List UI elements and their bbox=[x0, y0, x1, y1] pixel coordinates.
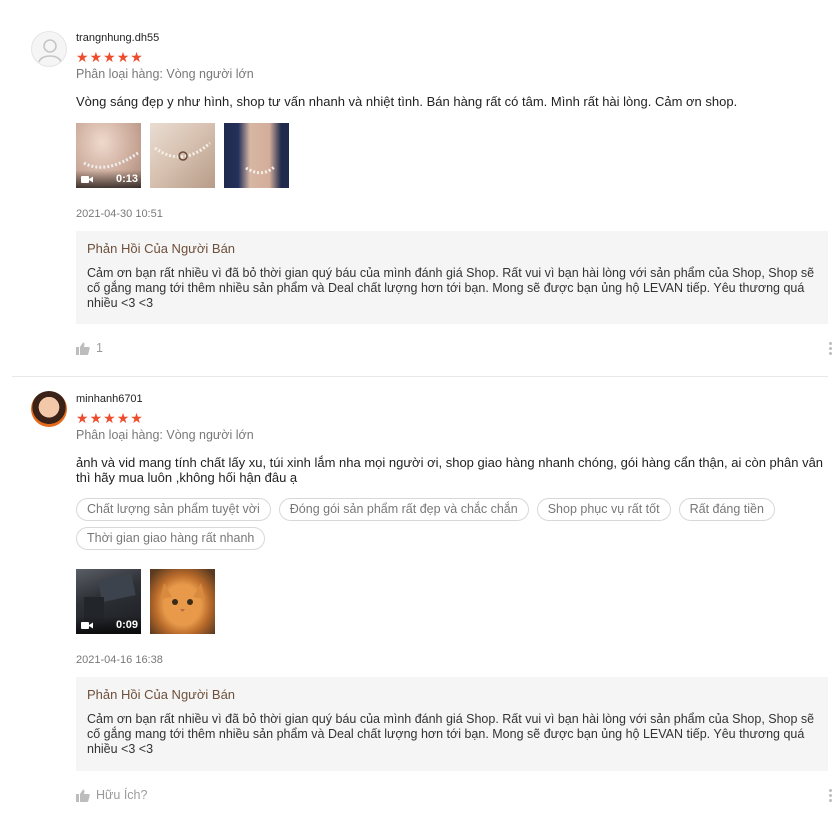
rating-stars: ★★★★★ bbox=[76, 411, 144, 425]
seller-reply-text: Cảm ơn bạn rất nhiều vì đã bỏ thời gian … bbox=[87, 266, 815, 310]
helpful-button[interactable]: Hữu Ích? bbox=[76, 788, 147, 802]
bracelet-image bbox=[154, 141, 211, 161]
product-variation: Phân loại hàng: Vòng người lớn bbox=[76, 67, 254, 81]
video-duration: 0:13 bbox=[115, 173, 138, 185]
more-options-icon[interactable] bbox=[829, 341, 832, 355]
thumbs-up-icon bbox=[76, 342, 90, 355]
video-camera-icon bbox=[81, 175, 93, 183]
review-video-thumbnail[interactable]: 0:09 bbox=[76, 569, 141, 634]
star-icon: ★ bbox=[130, 49, 143, 65]
seller-reply-text: Cảm ơn bạn rất nhiều vì đã bỏ thời gian … bbox=[87, 712, 815, 756]
thumbs-up-icon bbox=[76, 789, 90, 802]
video-camera-icon bbox=[81, 621, 93, 629]
seller-reply-title: Phản Hồi Của Người Bán bbox=[87, 687, 236, 702]
seller-reply: Phản Hồi Của Người Bán Cảm ơn bạn rất nh… bbox=[76, 677, 828, 771]
avatar[interactable] bbox=[31, 391, 67, 427]
review-timestamp: 2021-04-16 16:38 bbox=[76, 654, 163, 666]
review-comment: ảnh và vid mang tính chất lấy xu, túi xi… bbox=[76, 455, 824, 485]
review-item: minhanh6701 ★★★★★ Phân loại hàng: Vòng n… bbox=[0, 377, 837, 837]
bracelet-image bbox=[245, 165, 276, 175]
review-timestamp: 2021-04-30 10:51 bbox=[76, 208, 163, 220]
star-icon: ★ bbox=[116, 410, 130, 426]
star-icon: ★ bbox=[76, 49, 89, 65]
like-button[interactable]: 1 bbox=[76, 341, 103, 355]
review-image-thumbnail[interactable] bbox=[150, 569, 215, 634]
star-icon: ★ bbox=[130, 410, 143, 426]
review-username[interactable]: trangnhung.dh55 bbox=[76, 32, 159, 44]
review-item: trangnhung.dh55 ★★★★★ Phân loại hàng: Vò… bbox=[0, 0, 837, 376]
review-actions: 1 bbox=[76, 341, 832, 355]
rating-stars: ★★★★★ bbox=[76, 50, 144, 64]
review-media: 0:09 bbox=[76, 569, 215, 634]
star-icon: ★ bbox=[89, 410, 103, 426]
star-icon: ★ bbox=[103, 410, 116, 426]
review-tag: Thời gian giao hàng rất nhanh bbox=[76, 527, 266, 550]
more-options-icon[interactable] bbox=[829, 788, 832, 802]
product-variation: Phân loại hàng: Vòng người lớn bbox=[76, 428, 254, 442]
seller-reply: Phản Hồi Của Người Bán Cảm ơn bạn rất nh… bbox=[76, 231, 828, 324]
star-icon: ★ bbox=[76, 410, 89, 426]
star-icon: ★ bbox=[116, 49, 130, 65]
avatar[interactable] bbox=[31, 31, 67, 67]
review-username[interactable]: minhanh6701 bbox=[76, 393, 143, 405]
review-tag: Shop phục vụ rất tốt bbox=[536, 498, 671, 521]
review-tags: Chất lượng sản phẩm tuyệt vời Đóng gói s… bbox=[76, 498, 828, 550]
review-video-thumbnail[interactable]: 0:13 bbox=[76, 123, 141, 188]
helpful-label: Hữu Ích? bbox=[96, 788, 148, 802]
review-tag: Chất lượng sản phẩm tuyệt vời bbox=[76, 498, 271, 521]
review-image-thumbnail[interactable] bbox=[150, 123, 215, 188]
review-media: 0:13 bbox=[76, 123, 289, 188]
review-image-thumbnail[interactable] bbox=[224, 123, 289, 188]
orange-cat-image bbox=[160, 583, 205, 612]
review-tag: Rất đáng tiền bbox=[678, 498, 775, 521]
review-actions: Hữu Ích? bbox=[76, 788, 832, 802]
review-tag: Đóng gói sản phẩm rất đẹp và chắc chắn bbox=[278, 498, 529, 521]
default-user-icon bbox=[38, 39, 62, 63]
star-icon: ★ bbox=[89, 49, 103, 65]
review-comment: Vòng sáng đẹp y như hình, shop tư vấn nh… bbox=[76, 94, 738, 109]
like-count: 1 bbox=[96, 341, 103, 355]
star-icon: ★ bbox=[103, 49, 116, 65]
video-duration: 0:09 bbox=[115, 619, 138, 631]
seller-reply-title: Phản Hồi Của Người Bán bbox=[87, 241, 236, 256]
